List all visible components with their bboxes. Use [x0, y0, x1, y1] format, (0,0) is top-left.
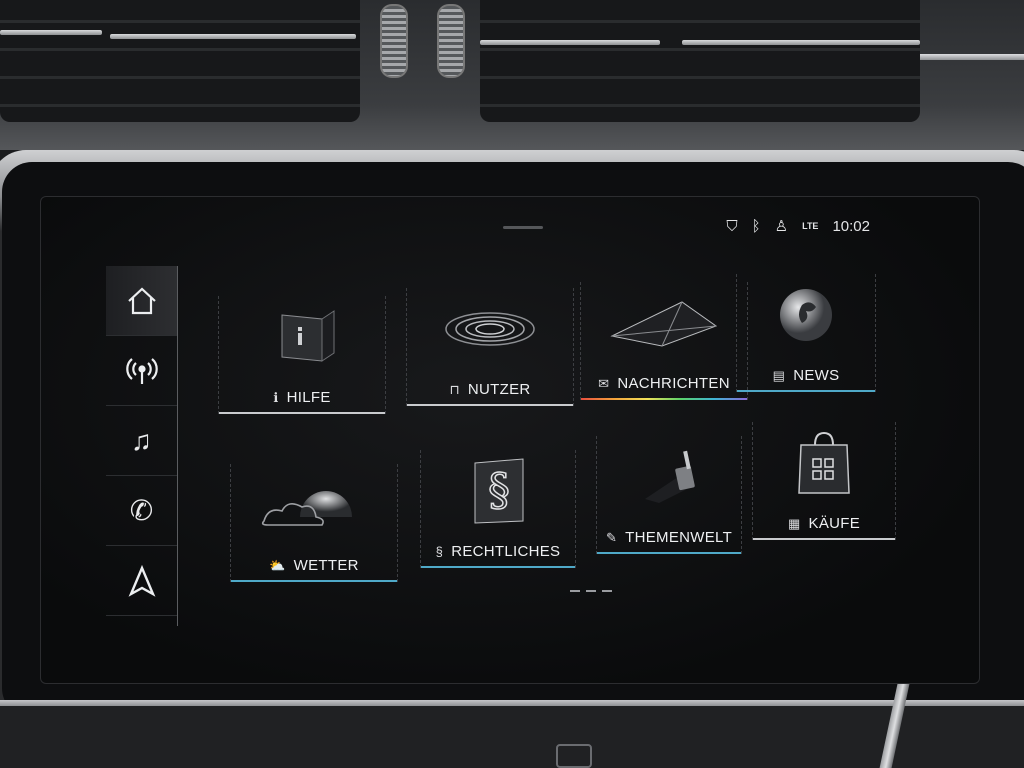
dashboard-trim [920, 54, 1024, 60]
app-tile-wetter[interactable]: ⛅ WETTER [230, 464, 398, 582]
app-label: RECHTLICHES [451, 543, 561, 560]
console-button[interactable] [556, 744, 592, 768]
vent-adjuster-wheel[interactable] [437, 4, 465, 78]
shopping-bag-art [753, 428, 895, 498]
page-dot [602, 590, 612, 592]
pull-down-handle[interactable] [503, 226, 543, 229]
dashboard-top [0, 0, 1024, 150]
app-label: KÄUFE [808, 515, 861, 532]
status-bar: ⛉ ᛒ ♙ LTE 10:02 [726, 218, 870, 235]
side-nav-media[interactable]: ♫ [106, 406, 177, 476]
fingerprint-art [407, 294, 573, 364]
vent-adjuster-wheel[interactable] [380, 4, 408, 78]
infotainment-screen: ⛉ ᛒ ♙ LTE 10:02 ♫ ✆ ℹ HILFE ⊓ NUTZER ✉ N… [40, 196, 980, 684]
page-dot [570, 590, 580, 592]
envelope-icon: ✉ [598, 375, 610, 391]
air-vent-left [0, 0, 360, 122]
app-label: HILFE [286, 389, 331, 406]
user-icon[interactable]: ♙ [775, 218, 788, 235]
help-cube-art [219, 302, 385, 372]
app-label: NEWS [793, 367, 840, 384]
side-nav-home[interactable] [106, 266, 177, 336]
app-tile-rechtliches[interactable]: § § RECHTLICHES [420, 450, 576, 568]
paint-brush-art [597, 442, 741, 512]
app-tile-themenwelt[interactable]: ✎ THEMENWELT [596, 436, 742, 554]
lower-console [0, 706, 1024, 768]
weather-cloud-art [231, 470, 397, 540]
app-label: THEMENWELT [625, 529, 733, 546]
phone-icon: ✆ [129, 495, 154, 526]
paragraph-icon: § [435, 544, 444, 559]
side-nav-phone[interactable]: ✆ [106, 476, 177, 546]
app-label: NUTZER [467, 381, 531, 398]
page-dot [586, 590, 596, 592]
side-nav-radio[interactable] [106, 336, 177, 406]
app-tile-kaeufe[interactable]: ▦ KÄUFE [752, 422, 896, 540]
app-tile-nutzer[interactable]: ⊓ NUTZER [406, 288, 574, 406]
store-grid-icon: ▦ [787, 515, 801, 531]
newspaper-icon: ▤ [772, 367, 786, 383]
bluetooth-icon[interactable]: ᛒ [752, 218, 761, 235]
weather-sun-cloud-icon: ⛅ [269, 557, 286, 573]
side-nav: ♫ ✆ [106, 266, 178, 626]
lte-signal-icon: LTE [802, 221, 819, 231]
globe-art [737, 280, 875, 350]
music-note-icon: ♫ [131, 424, 152, 456]
home-icon [127, 287, 156, 314]
shield-location-icon[interactable]: ⛉ [726, 218, 737, 235]
envelope-pyramid-art [581, 288, 747, 358]
app-tile-hilfe[interactable]: ℹ HILFE [218, 296, 386, 414]
clock: 10:02 [832, 218, 870, 235]
page-indicator[interactable] [570, 590, 612, 592]
radio-broadcast-icon [125, 357, 158, 384]
app-label: NACHRICHTEN [617, 375, 730, 392]
info-icon: ℹ [273, 389, 279, 405]
air-vent-right [480, 0, 920, 122]
side-nav-navigation[interactable] [106, 546, 177, 616]
navigation-arrow-icon [128, 564, 155, 597]
user-lock-icon: ⊓ [449, 381, 460, 397]
app-tile-news[interactable]: ▤ NEWS [736, 274, 876, 392]
app-label: WETTER [293, 557, 359, 574]
brush-icon: ✎ [605, 529, 618, 545]
paragraph-book-art: § [421, 456, 575, 526]
svg-text:§: § [488, 465, 510, 516]
app-tile-nachrichten[interactable]: ✉ NACHRICHTEN [580, 282, 748, 400]
